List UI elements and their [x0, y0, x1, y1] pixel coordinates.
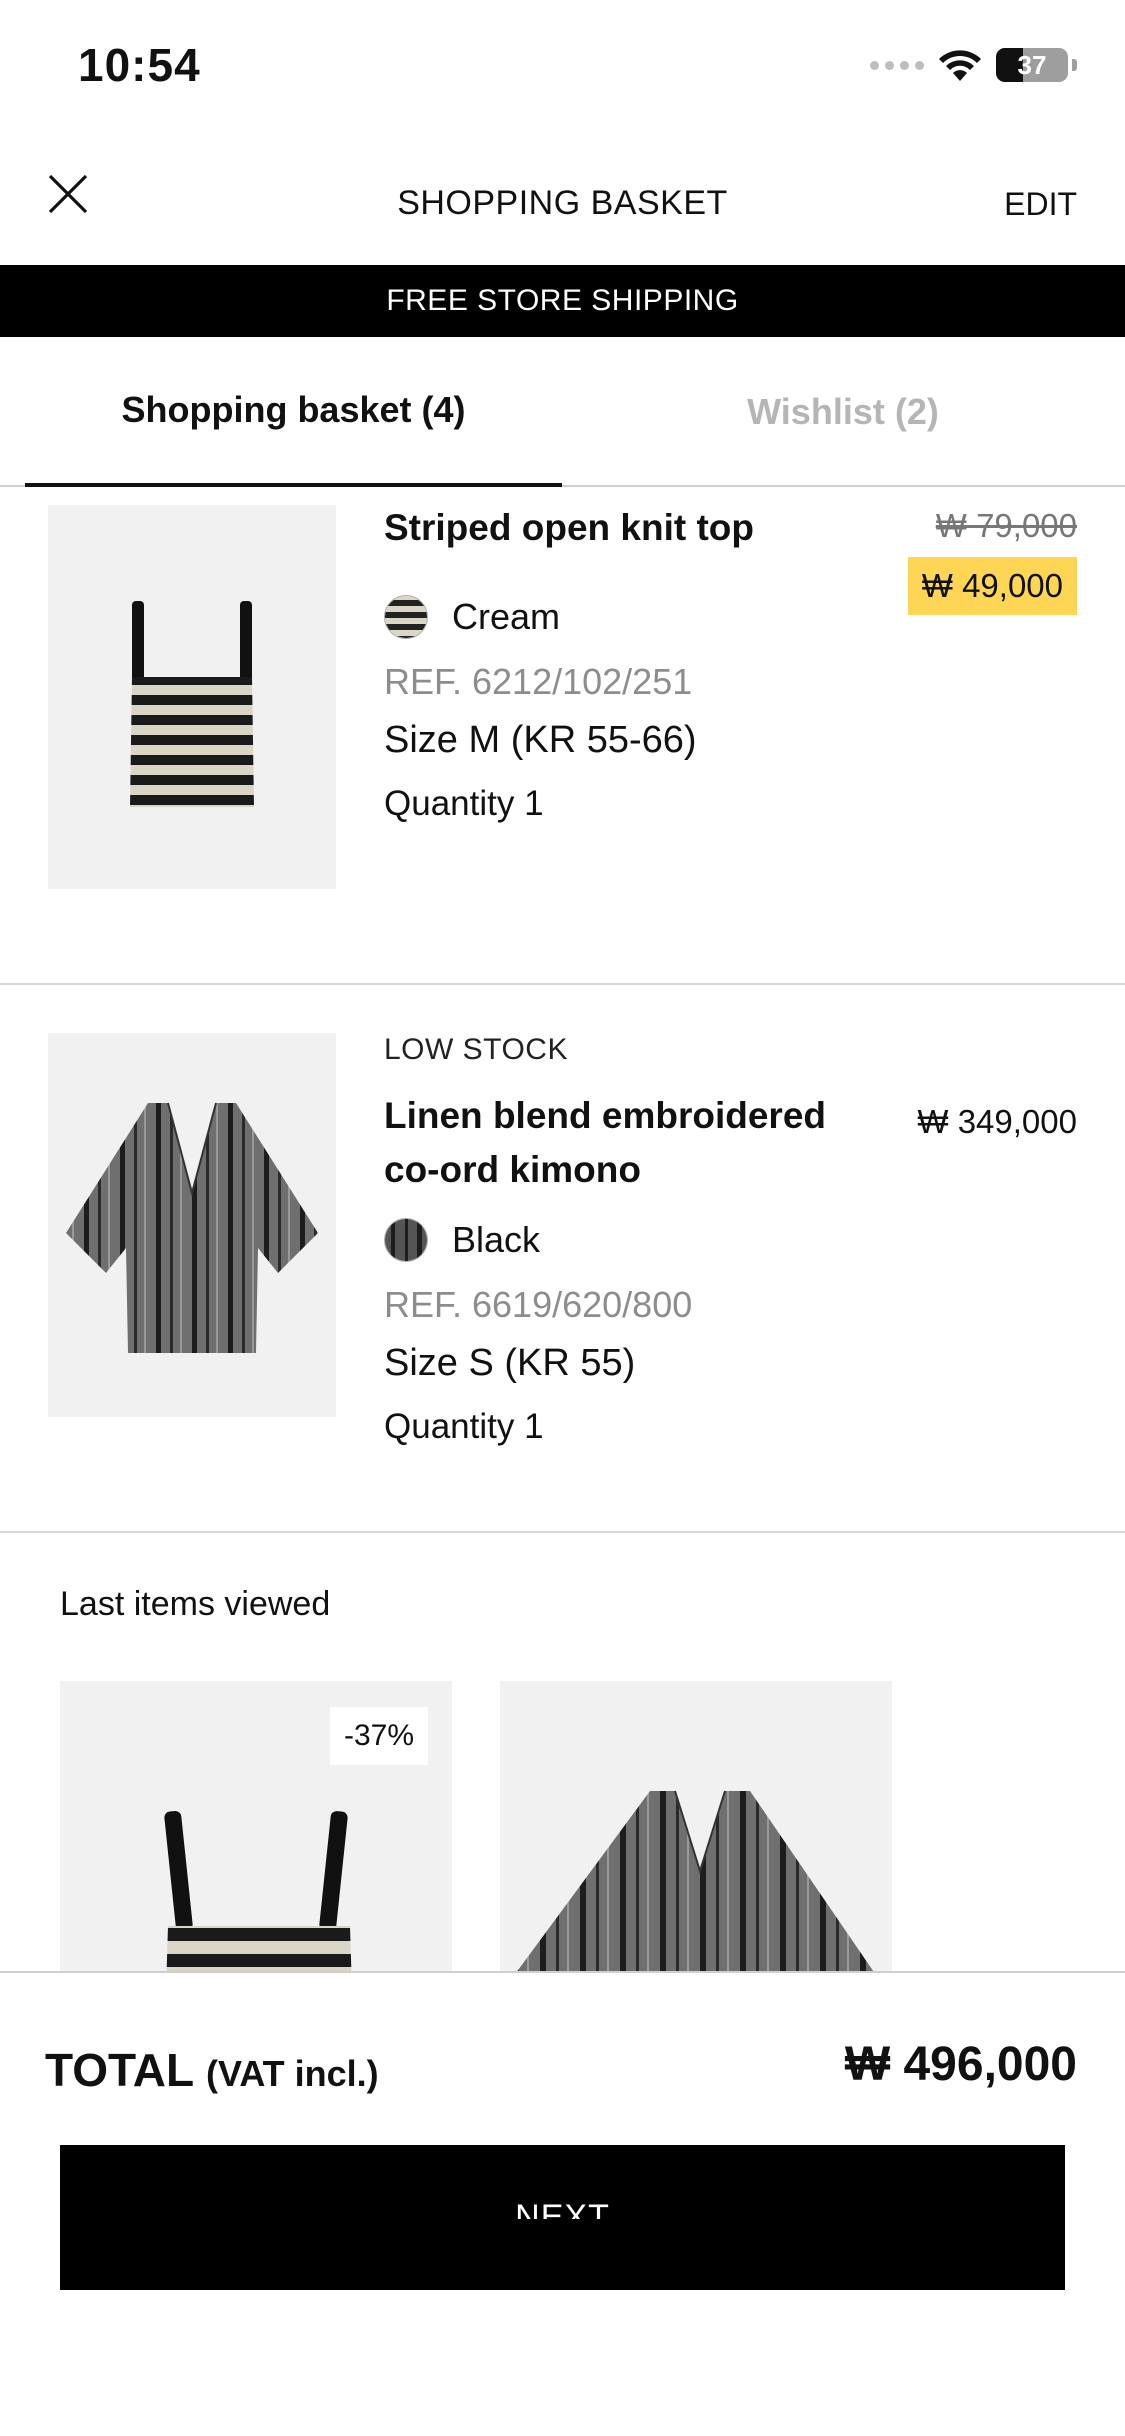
- home-indicator[interactable]: [362, 2219, 764, 2233]
- status-icons: 37: [870, 48, 1077, 82]
- color-name: Black: [452, 1219, 541, 1261]
- status-time: 10:54: [78, 39, 201, 91]
- tab-wishlist[interactable]: Wishlist (2): [562, 337, 1124, 487]
- product-ref: REF. 6619/620/800: [384, 1284, 693, 1326]
- total-label: TOTAL (VAT incl.): [45, 2044, 379, 2096]
- product-image[interactable]: [48, 505, 336, 889]
- edit-button[interactable]: EDIT: [1004, 186, 1077, 223]
- product-size: Size S (KR 55): [384, 1342, 636, 1385]
- price-block: ₩ 79,000 ₩ 49,000: [907, 507, 1077, 615]
- product-quantity[interactable]: Quantity 1: [384, 1407, 1077, 1447]
- vat-label: (VAT incl.): [206, 2053, 379, 2094]
- product-price: ₩ 349,000: [917, 1103, 1077, 1140]
- color-swatch: [384, 1218, 428, 1263]
- last-items-viewed-title: Last items viewed: [60, 1585, 331, 1623]
- product-color: Black: [384, 1218, 1077, 1263]
- status-bar: 10:54 37: [0, 0, 1125, 140]
- battery-icon: 37: [996, 48, 1068, 82]
- tab-shopping-basket[interactable]: Shopping basket (4): [25, 337, 562, 487]
- color-swatch: [384, 594, 428, 639]
- original-price: ₩ 79,000: [935, 507, 1077, 544]
- product-image[interactable]: [48, 1033, 336, 1417]
- basket-tabs: Shopping basket (4) Wishlist (2): [0, 337, 1125, 487]
- basket-item: LOW STOCK Linen blend embroidered co-ord…: [0, 985, 1125, 1533]
- next-button[interactable]: NEXT: [60, 2145, 1065, 2290]
- recent-item-card[interactable]: [500, 1681, 892, 1981]
- low-stock-label: LOW STOCK: [384, 1033, 568, 1066]
- product-name[interactable]: Striped open knit top: [384, 501, 854, 555]
- header: SHOPPING BASKET EDIT: [0, 140, 1125, 265]
- product-ref: REF. 6212/102/251: [384, 660, 693, 702]
- product-quantity[interactable]: Quantity 1: [384, 784, 1077, 824]
- sale-price: ₩ 49,000: [907, 557, 1077, 615]
- battery-level: 37: [1017, 49, 1047, 80]
- free-shipping-banner: FREE STORE SHIPPING: [0, 265, 1125, 337]
- discount-badge: -37%: [329, 1707, 428, 1765]
- recent-item-card[interactable]: -37%: [60, 1681, 452, 1981]
- page-title: SHOPPING BASKET: [397, 184, 728, 222]
- color-name: Cream: [452, 595, 561, 637]
- wifi-icon: [938, 48, 982, 82]
- checkout-footer: TOTAL (VAT incl.) ₩ 496,000 NEXT: [0, 1971, 1125, 2436]
- total-value: ₩ 496,000: [844, 2038, 1077, 2091]
- signal-icon: [870, 60, 924, 70]
- basket-item: Striped open knit top Cream REF. 6212/10…: [0, 487, 1125, 985]
- price-block: ₩ 349,000: [917, 1103, 1077, 1141]
- product-size: Size M (KR 55-66): [384, 718, 697, 761]
- product-name[interactable]: Linen blend embroidered co-ord kimono: [384, 1089, 854, 1196]
